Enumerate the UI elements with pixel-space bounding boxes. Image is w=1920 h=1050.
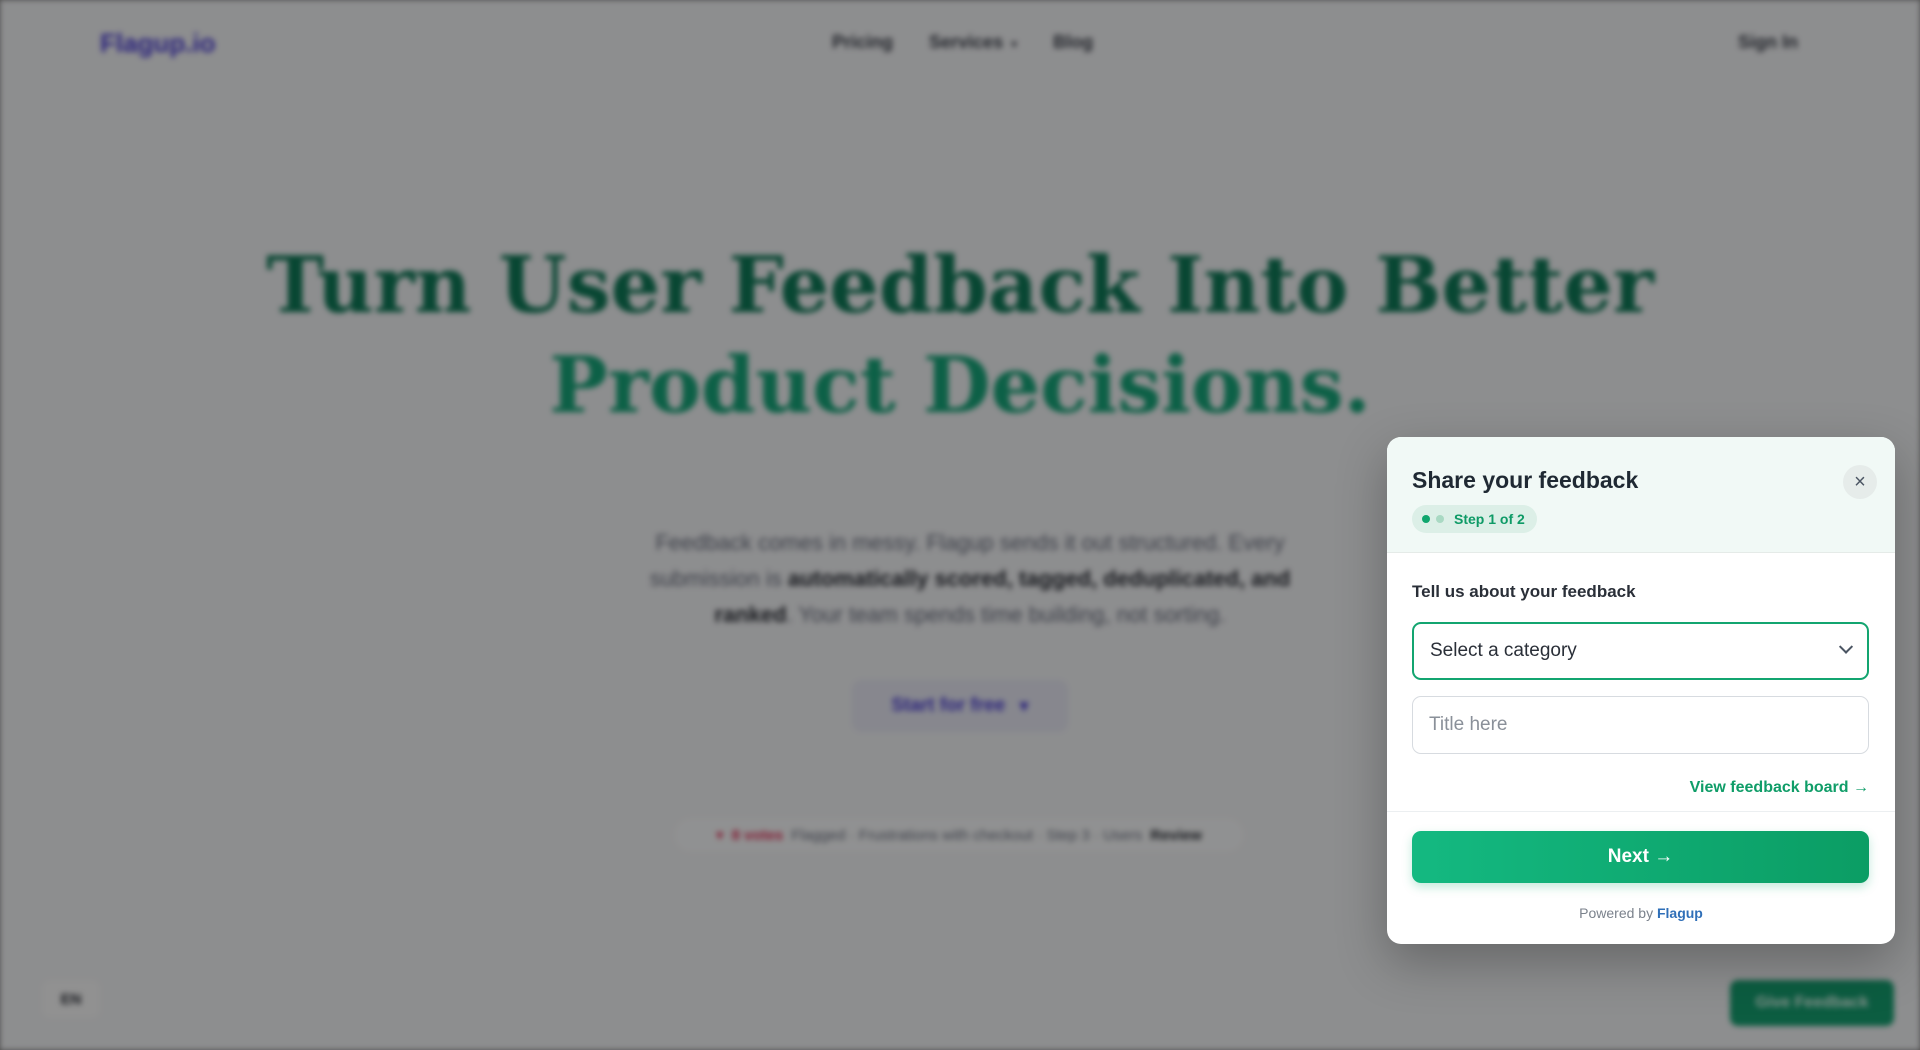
form-label: Tell us about your feedback (1412, 582, 1636, 601)
step-dot-inactive (1436, 515, 1444, 523)
powered-by: Powered by Flagup (1387, 905, 1895, 921)
step-indicator: Step 1 of 2 (1412, 505, 1537, 533)
divider (1387, 811, 1895, 812)
feedback-widget: Share your feedback × Step 1 of 2 Tell u… (1387, 437, 1895, 944)
step-label: Step 1 of 2 (1454, 511, 1525, 527)
title-input[interactable] (1412, 696, 1869, 754)
step-dot-active (1422, 515, 1430, 523)
category-select-value: Select a category (1430, 640, 1577, 661)
close-icon: × (1854, 470, 1866, 493)
next-button[interactable]: Next → (1412, 831, 1869, 883)
chevron-down-icon (1838, 639, 1854, 654)
view-feedback-board-link[interactable]: View feedback board → (1690, 779, 1869, 797)
close-button[interactable]: × (1843, 465, 1877, 499)
powered-by-brand-link[interactable]: Flagup (1657, 905, 1703, 921)
widget-title: Share your feedback (1412, 467, 1639, 493)
widget-header: Share your feedback × Step 1 of 2 (1387, 437, 1895, 553)
category-select[interactable]: Select a category (1412, 622, 1869, 680)
powered-by-label: Powered by (1579, 905, 1654, 921)
